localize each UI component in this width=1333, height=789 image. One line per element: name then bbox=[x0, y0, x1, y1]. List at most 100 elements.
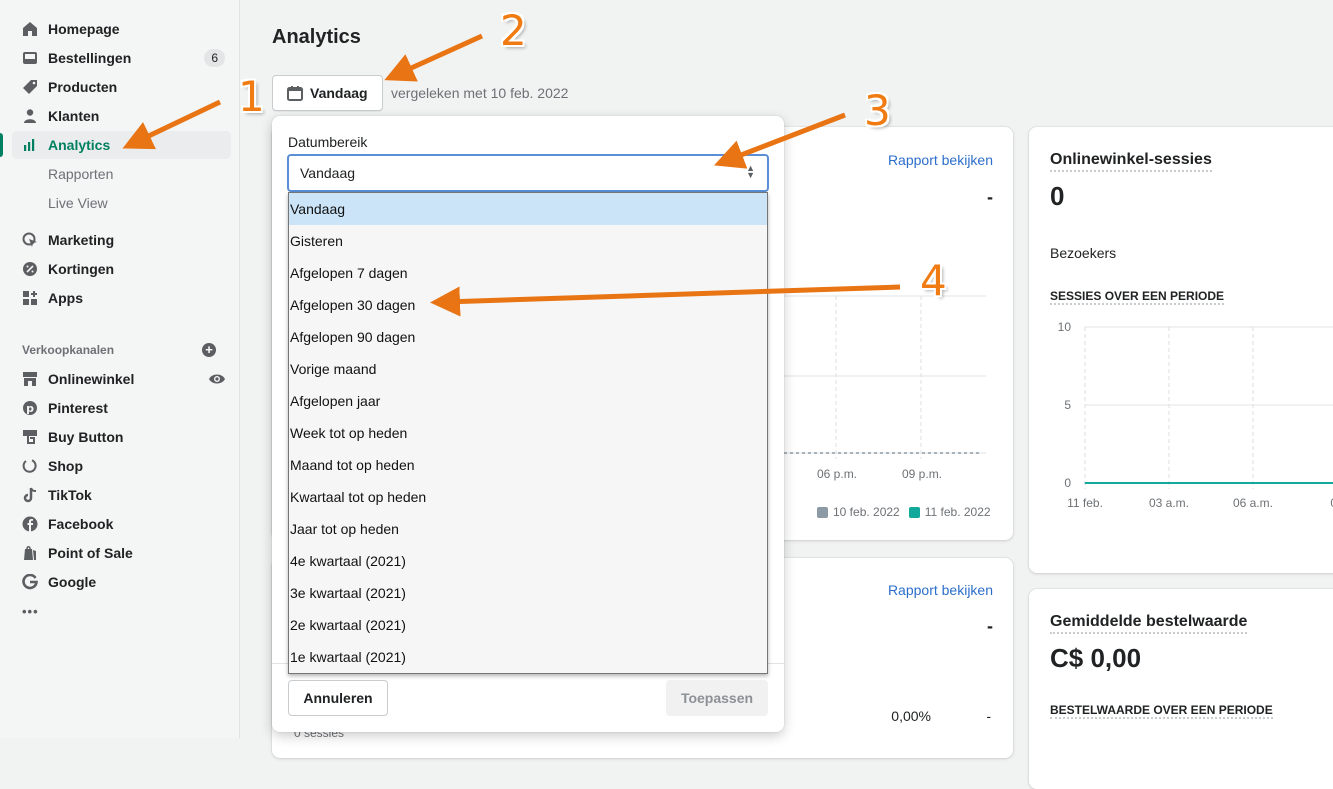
pos-icon bbox=[22, 545, 38, 561]
select-arrows-icon: ▲ ▼ bbox=[746, 163, 755, 180]
sidebar-item-point-of-sale[interactable]: Point of Sale bbox=[12, 539, 231, 567]
date-range-select[interactable]: Vandaag ▲ ▼ bbox=[287, 154, 769, 192]
sidebar: Homepage Bestellingen 6 Producten Klante… bbox=[0, 0, 240, 738]
home-icon bbox=[22, 21, 38, 37]
x-tick-label: 11 feb. bbox=[1067, 496, 1103, 510]
bar-chart-icon bbox=[22, 137, 38, 153]
sidebar-item-kortingen[interactable]: Kortingen bbox=[12, 255, 231, 283]
aov-value: C$ 0,00 bbox=[1050, 643, 1142, 673]
date-range-option[interactable]: Afgelopen jaar bbox=[289, 385, 767, 417]
x-tick-label: 09 p.m. bbox=[902, 467, 943, 481]
date-range-option[interactable]: Afgelopen 7 dagen bbox=[289, 257, 767, 289]
date-range-option[interactable]: Vorige maand bbox=[289, 353, 767, 385]
annotation-4: 4 bbox=[920, 256, 947, 305]
aov-title[interactable]: Gemiddelde bestelwaarde bbox=[1050, 613, 1248, 634]
date-range-option[interactable]: Maand tot op heden bbox=[289, 449, 767, 481]
date-range-option[interactable]: Week tot op heden bbox=[289, 417, 767, 449]
date-range-options-list[interactable]: Vandaag Gisteren Afgelopen 7 dagen Afgelope… bbox=[288, 192, 768, 674]
sessions-chart-title[interactable]: SESSIES OVER EEN PERIODE bbox=[1050, 289, 1225, 305]
date-range-option[interactable]: Kwartaal tot op heden bbox=[289, 481, 767, 513]
legend-label: 11 feb. 2022 bbox=[924, 505, 991, 519]
sidebar-item-buy-button[interactable]: Buy Button bbox=[12, 423, 231, 451]
aov-card: Gemiddelde bestelwaarde C$ 0,00 BESTELWA… bbox=[1029, 589, 1333, 789]
x-tick-label: 03 a.m. bbox=[1149, 496, 1189, 510]
sidebar-item-label: Apps bbox=[48, 290, 83, 306]
sidebar-item-facebook[interactable]: Facebook bbox=[12, 510, 231, 538]
aov-chart-title[interactable]: BESTELWAARDE OVER EEN PERIODE bbox=[1050, 703, 1273, 719]
conversion-rate: 0,00% bbox=[891, 708, 931, 724]
sidebar-item-onlinewinkel[interactable]: Onlinewinkel bbox=[12, 365, 231, 393]
cancel-button[interactable]: Annuleren bbox=[288, 680, 388, 716]
annotation-1: 1 bbox=[238, 72, 265, 121]
view-report-link[interactable]: Rapport bekijken bbox=[888, 582, 993, 598]
more-icon[interactable]: ••• bbox=[12, 597, 231, 625]
date-range-button[interactable]: Vandaag bbox=[272, 75, 383, 111]
sessions-title[interactable]: Onlinewinkel-sessies bbox=[1050, 151, 1212, 172]
date-range-option[interactable]: Vandaag bbox=[289, 193, 767, 225]
pinterest-icon: p bbox=[22, 400, 38, 416]
store-icon bbox=[22, 371, 38, 387]
sidebar-item-label: Buy Button bbox=[48, 429, 124, 445]
sidebar-item-analytics[interactable]: Analytics bbox=[12, 131, 231, 159]
arrow-2 bbox=[384, 33, 484, 82]
sales-value: - bbox=[987, 187, 993, 207]
date-range-option[interactable]: 4e kwartaal (2021) bbox=[289, 545, 767, 577]
inbox-icon bbox=[22, 50, 38, 66]
view-report-link[interactable]: Rapport bekijken bbox=[888, 152, 993, 168]
sidebar-item-google[interactable]: Google bbox=[12, 568, 231, 596]
sidebar-item-pinterest[interactable]: p Pinterest bbox=[12, 394, 231, 422]
shop-icon bbox=[22, 458, 38, 474]
annotation-3: 3 bbox=[864, 86, 891, 135]
annotation-2: 2 bbox=[500, 6, 527, 55]
legend-item: 10 feb. 2022 11 feb. 2022 bbox=[817, 505, 991, 519]
sessions-value: 0 bbox=[1050, 181, 1065, 211]
x-tick-label: 06 a.m. bbox=[1233, 496, 1273, 510]
sidebar-item-label: Facebook bbox=[48, 516, 114, 532]
tiktok-icon bbox=[22, 487, 38, 503]
sidebar-item-label: Bestellingen bbox=[48, 50, 132, 66]
sidebar-item-label: Klanten bbox=[48, 108, 100, 124]
x-tick-label: 06 p.m. bbox=[817, 467, 858, 481]
sidebar-item-bestellingen[interactable]: Bestellingen 6 bbox=[12, 44, 231, 72]
sidebar-item-tiktok[interactable]: TikTok bbox=[12, 481, 231, 509]
data-point bbox=[1084, 482, 1086, 484]
date-range-option[interactable]: Jaar tot op heden bbox=[289, 513, 767, 545]
google-icon bbox=[22, 574, 38, 590]
add-channel-icon[interactable]: + bbox=[202, 343, 216, 357]
y-tick-label: 0 bbox=[1064, 476, 1071, 490]
sidebar-item-label: Point of Sale bbox=[48, 545, 133, 561]
y-tick-label: 10 bbox=[1058, 320, 1072, 334]
y-tick-label: 5 bbox=[1064, 398, 1071, 412]
page-title: Analytics bbox=[272, 26, 361, 48]
sessions-card: Onlinewinkel-sessies 0 Bezoekers SESSIES… bbox=[1029, 127, 1333, 573]
date-range-option[interactable]: Afgelopen 90 dagen bbox=[289, 321, 767, 353]
discount-icon bbox=[22, 261, 38, 277]
sidebar-item-label: Google bbox=[48, 574, 97, 590]
orders-count-badge: 6 bbox=[204, 49, 225, 67]
sidebar-item-marketing[interactable]: Marketing bbox=[12, 226, 231, 254]
sidebar-item-producten[interactable]: Producten bbox=[12, 73, 231, 101]
apply-button[interactable]: Toepassen bbox=[666, 680, 768, 716]
date-range-option[interactable]: 1e kwartaal (2021) bbox=[289, 641, 767, 673]
sidebar-item-shop[interactable]: Shop bbox=[12, 452, 231, 480]
sidebar-item-apps[interactable]: Apps bbox=[12, 284, 231, 312]
date-range-option[interactable]: Gisteren bbox=[289, 225, 767, 257]
date-range-option[interactable]: 2e kwartaal (2021) bbox=[289, 609, 767, 641]
date-range-option[interactable]: 3e kwartaal (2021) bbox=[289, 577, 767, 609]
date-range-option[interactable]: Afgelopen 30 dagen bbox=[289, 289, 767, 321]
data-point bbox=[1252, 482, 1254, 484]
sidebar-item-label: Rapporten bbox=[48, 166, 114, 182]
sidebar-item-klanten[interactable]: Klanten bbox=[12, 102, 231, 130]
sidebar-item-rapporten[interactable]: Rapporten bbox=[12, 160, 231, 188]
active-indicator bbox=[0, 133, 3, 157]
tag-icon bbox=[22, 79, 38, 95]
data-point bbox=[1168, 482, 1170, 484]
sidebar-item-live-view[interactable]: Live View bbox=[12, 189, 231, 217]
calendar-icon bbox=[287, 86, 303, 101]
legend-swatch bbox=[817, 506, 828, 518]
legend-swatch bbox=[908, 506, 920, 518]
sidebar-item-homepage[interactable]: Homepage bbox=[12, 15, 231, 43]
eye-icon[interactable] bbox=[209, 372, 225, 388]
visitors-label: Bezoekers bbox=[1050, 245, 1117, 261]
sidebar-item-label: TikTok bbox=[48, 487, 92, 503]
